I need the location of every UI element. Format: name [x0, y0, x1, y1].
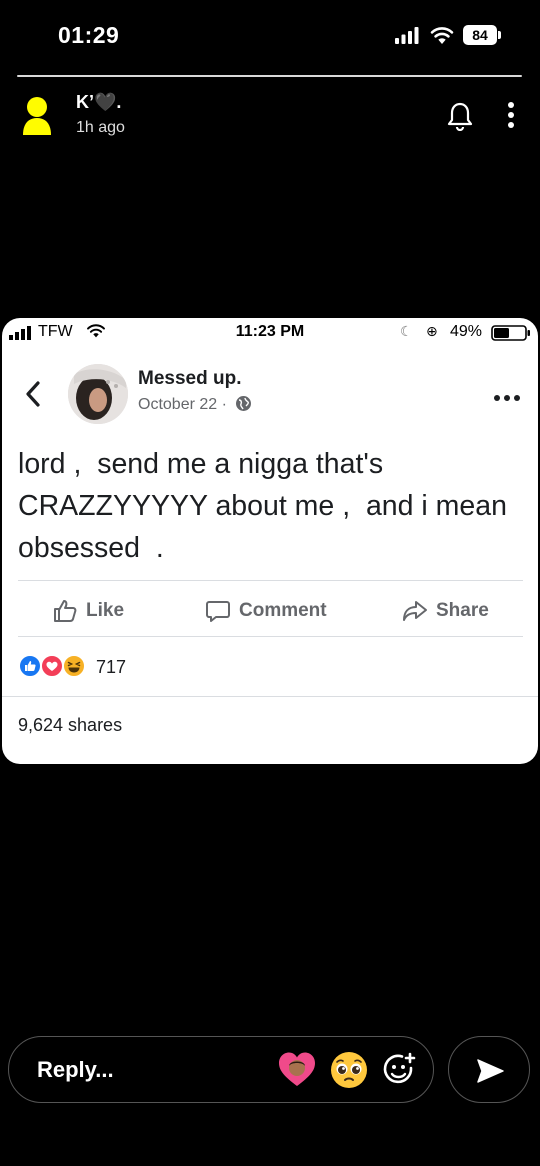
heart-bitmoji-sticker-icon[interactable] — [277, 1050, 317, 1088]
haha-reaction-icon — [62, 654, 86, 678]
status-time: 01:29 — [58, 22, 120, 48]
reaction-count: 717 — [96, 657, 127, 677]
share-button[interactable]: Share — [402, 596, 489, 626]
story-header: K’🖤. 1h ago — [0, 85, 540, 145]
post-text: lord , send me a nigga that's CRAZZYYYYY… — [18, 448, 515, 564]
shares-top-divider — [2, 696, 538, 697]
shared-screenshot-card: TFW 11:23 PM ☾ ⊕ 49% Messed up. October — [2, 318, 538, 764]
actions-top-divider — [18, 580, 523, 581]
battery-level: 84 — [463, 25, 497, 45]
story-timestamp: 1h ago — [76, 119, 125, 136]
back-arrow-icon[interactable] — [22, 380, 44, 408]
screenshot-battery-percent: 49% — [450, 323, 483, 340]
moon-icon: ☾ — [400, 323, 413, 339]
share-label: Share — [436, 600, 489, 621]
thumbs-up-icon — [54, 600, 77, 622]
send-button[interactable] — [448, 1036, 530, 1103]
like-button[interactable]: Like — [52, 596, 124, 626]
reply-input[interactable]: Reply... — [8, 1036, 434, 1103]
bitmoji-avatar-icon[interactable] — [20, 95, 54, 135]
post-meta: October 22 · — [138, 395, 252, 414]
love-reaction-icon — [40, 654, 64, 678]
author-avatar[interactable] — [68, 364, 128, 424]
bell-icon[interactable] — [446, 101, 474, 131]
wifi-icon — [430, 27, 454, 44]
like-label: Like — [86, 600, 125, 621]
comment-button[interactable]: Comment — [205, 596, 327, 626]
screenshot-status-bar: TFW 11:23 PM ☾ ⊕ 49% — [2, 318, 538, 348]
battery-indicator: 84 — [463, 25, 503, 45]
story-progress-bar — [17, 75, 522, 77]
comment-label: Comment — [239, 600, 327, 621]
story-username[interactable]: K’🖤. — [76, 92, 121, 113]
reply-placeholder: Reply... — [37, 1057, 114, 1082]
send-arrow-icon — [477, 1059, 504, 1083]
status-bar: 01:29 84 — [0, 0, 540, 70]
post-author-name[interactable]: Messed up. — [138, 368, 241, 390]
share-arrow-icon — [403, 601, 427, 621]
pleading-face-emoji-icon[interactable] — [329, 1050, 369, 1090]
author-photo-icon — [68, 364, 128, 424]
post-more-icon[interactable] — [492, 393, 522, 403]
screenshot-battery-icon — [491, 325, 530, 341]
rotation-lock-icon: ⊕ — [426, 323, 438, 339]
share-count[interactable]: 9,624 shares — [18, 715, 122, 736]
post-actions: Like Comment Share — [2, 588, 538, 632]
more-options-icon[interactable] — [500, 100, 522, 130]
battery-tip — [498, 31, 501, 39]
cellular-signal-icon — [395, 27, 419, 44]
actions-bottom-divider — [18, 636, 523, 637]
comment-bubble-icon — [206, 601, 230, 622]
add-emoji-icon[interactable] — [381, 1051, 419, 1089]
like-reaction-icon — [18, 654, 42, 678]
post-date: October 22 · — [138, 396, 227, 413]
globe-icon — [236, 396, 252, 411]
